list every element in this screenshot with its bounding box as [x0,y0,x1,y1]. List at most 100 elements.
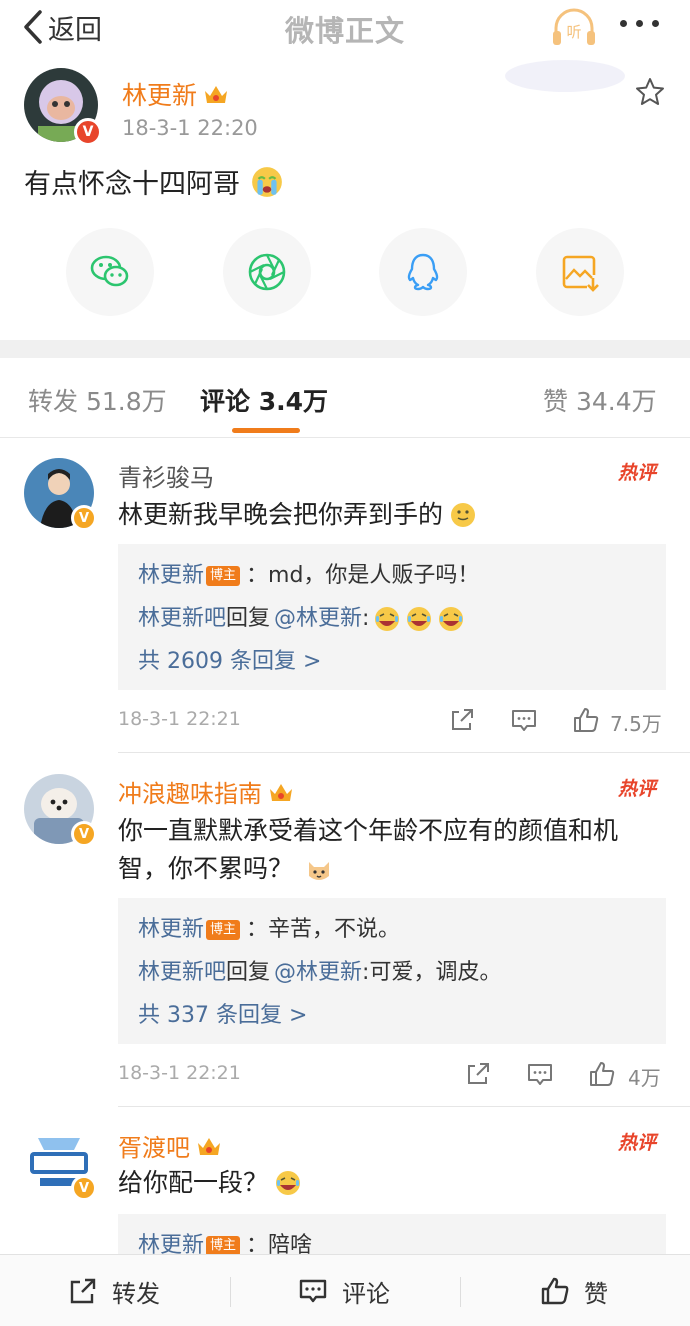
laugh-cry-emoji-icon [439,606,464,631]
interaction-tabs: 转发 51.8万 评论 3.4万 赞 34.4万 [0,358,690,438]
reply-verb: 回复 [226,606,271,631]
share-comment-icon[interactable] [448,706,476,734]
bottom-action-bar: 转发 评论 赞 [0,1254,690,1326]
comment-text-content: 给你配一段？ [118,1168,269,1197]
moments-icon [248,253,286,291]
listen-headphones-icon[interactable]: 听 [550,6,598,48]
save-image-button[interactable] [536,228,624,316]
reply-line: 林更新吧 回复 @林更新 : [138,597,646,640]
tab-repost[interactable]: 转发 51.8万 [28,382,167,418]
reply-user-link[interactable]: 林更新吧 [138,951,226,994]
author-name: 林更新 [122,81,198,110]
weibo-post-page: 返回 微博正文 听 V 林更新 18-3-1 22:20 有点怀念十四阿哥 转发… [0,0,690,1326]
reply-box[interactable]: 林更新 博主 ：md，你是人贩子吗！ 林更新吧 回复 @林更新 : 共 2609… [118,544,666,690]
commenter-name[interactable]: 冲浪趣味指南 [118,774,294,809]
like-count: 7.5万 [610,712,662,736]
crown-icon [198,1137,220,1155]
author-avatar[interactable]: V [24,68,102,146]
bar-separator [230,1277,231,1307]
repost-label: 转发 [112,1279,160,1308]
save-image-icon [562,255,599,292]
blogger-tag: 博主 [206,1235,241,1254]
wechat-icon [90,255,129,287]
reply-user-link[interactable]: 林更新 [138,554,204,597]
like-icon [541,1277,569,1305]
author-name-row[interactable]: 林更新 [122,76,229,112]
reply-text: ：辛苦，不说。 [246,917,401,942]
comment-time: 18-3-1 22:21 [118,708,241,730]
commenter-name-text: 青衫骏马 [118,464,214,492]
reply-line: 林更新 博主 ：陪啥 [138,1224,646,1254]
comment-footer: 18-3-1 22:21 4万 [118,1056,666,1096]
hot-comment-badge: 热评 [618,462,657,484]
more-dot-icon [620,20,627,27]
fan-card-decoration [505,60,625,92]
comment-icon [299,1279,327,1303]
listen-label: 听 [566,23,581,41]
comment-button[interactable]: 评论 [298,1255,390,1326]
share-wechat-button[interactable] [66,228,154,316]
reply-text: : [362,606,370,631]
post-text: 有点怀念十四阿哥 [24,169,240,200]
comment-time: 18-3-1 22:21 [118,1062,241,1084]
like-label: 赞 [584,1279,608,1308]
cat-emoji-icon [308,862,329,880]
crown-icon [270,783,292,801]
view-all-replies-link[interactable]: 共 337 条回复 > [138,994,646,1037]
blogger-tag: 博主 [206,919,241,940]
like-count: 4万 [628,1066,661,1090]
verified-badge-icon: V [74,118,102,146]
share-qq-button[interactable] [379,228,467,316]
hot-comment-badge: 热评 [618,1132,657,1154]
reply-box[interactable]: 林更新 博主 ：陪啥 [118,1214,666,1254]
tab-likes[interactable]: 赞 34.4万 [543,382,657,418]
post-card: V 林更新 18-3-1 22:20 有点怀念十四阿哥 [0,54,690,340]
verified-badge-icon: V [71,821,97,847]
active-tab-indicator [232,428,300,433]
mention-link[interactable]: @林更新 [274,597,362,640]
favorite-star-icon[interactable] [634,76,666,108]
laugh-cry-emoji-icon [407,606,432,631]
commenter-name-text: 冲浪趣味指南 [118,780,262,808]
reply-box[interactable]: 林更新 博主 ：辛苦，不说。 林更新吧 回复 @林更新 :可爱，调皮。 共 33… [118,898,666,1044]
reply-line: 林更新 博主 ：md，你是人贩子吗！ [138,554,646,597]
comment-divider [118,1106,690,1107]
post-content: 有点怀念十四阿哥 [24,162,284,201]
like-button[interactable]: 赞 [540,1255,608,1326]
view-all-replies-link[interactable]: 共 2609 条回复 > [138,640,646,683]
comment-item: V 青衫骏马 热评 林更新我早晚会把你弄到手的 林更新 博主 ：md，你是人贩子… [0,438,690,754]
comment-text: 林更新我早晚会把你弄到手的 [118,496,658,534]
mention-link[interactable]: @林更新 [274,951,362,994]
commenter-avatar[interactable]: V [24,1128,97,1201]
reply-user-link[interactable]: 林更新 [138,1224,204,1254]
smile-emoji-icon [451,503,476,527]
reply-comment-icon[interactable] [510,706,538,734]
blogger-tag: 博主 [206,565,241,586]
like-thumb-icon[interactable] [572,706,600,734]
commenter-name[interactable]: 青衫骏马 [118,458,214,493]
more-menu-button[interactable] [620,20,659,27]
comment-divider [118,752,690,753]
commenter-name-text: 胥渡吧 [118,1134,190,1162]
verified-badge-icon: V [71,1175,97,1201]
share-row [66,228,626,318]
reply-comment-icon[interactable] [526,1060,554,1088]
like-thumb-icon[interactable] [588,1060,616,1088]
reply-user-link[interactable]: 林更新吧 [138,597,226,640]
commenter-name[interactable]: 胥渡吧 [118,1128,222,1163]
comment-text-content: 你一直默默承受着这个年龄不应有的颜值和机智，你不累吗？ [118,816,619,883]
commenter-avatar[interactable]: V [24,458,97,531]
comment-text-content: 林更新我早晚会把你弄到手的 [118,500,444,529]
comment-footer: 18-3-1 22:21 7.5万 [118,702,666,742]
share-comment-icon[interactable] [464,1060,492,1088]
repost-icon [70,1278,96,1304]
commenter-avatar[interactable]: V [24,774,97,847]
tab-comments[interactable]: 评论 3.4万 [200,382,328,418]
reply-user-link[interactable]: 林更新 [138,908,204,951]
share-moments-button[interactable] [223,228,311,316]
top-nav-bar: 返回 微博正文 听 [0,0,690,54]
comment-item: V 冲浪趣味指南 热评 你一直默默承受着这个年龄不应有的颜值和机智，你不累吗？ … [0,754,690,1108]
verified-badge-icon: V [71,505,97,531]
repost-button[interactable]: 转发 [68,1255,160,1326]
crown-icon [205,86,228,103]
